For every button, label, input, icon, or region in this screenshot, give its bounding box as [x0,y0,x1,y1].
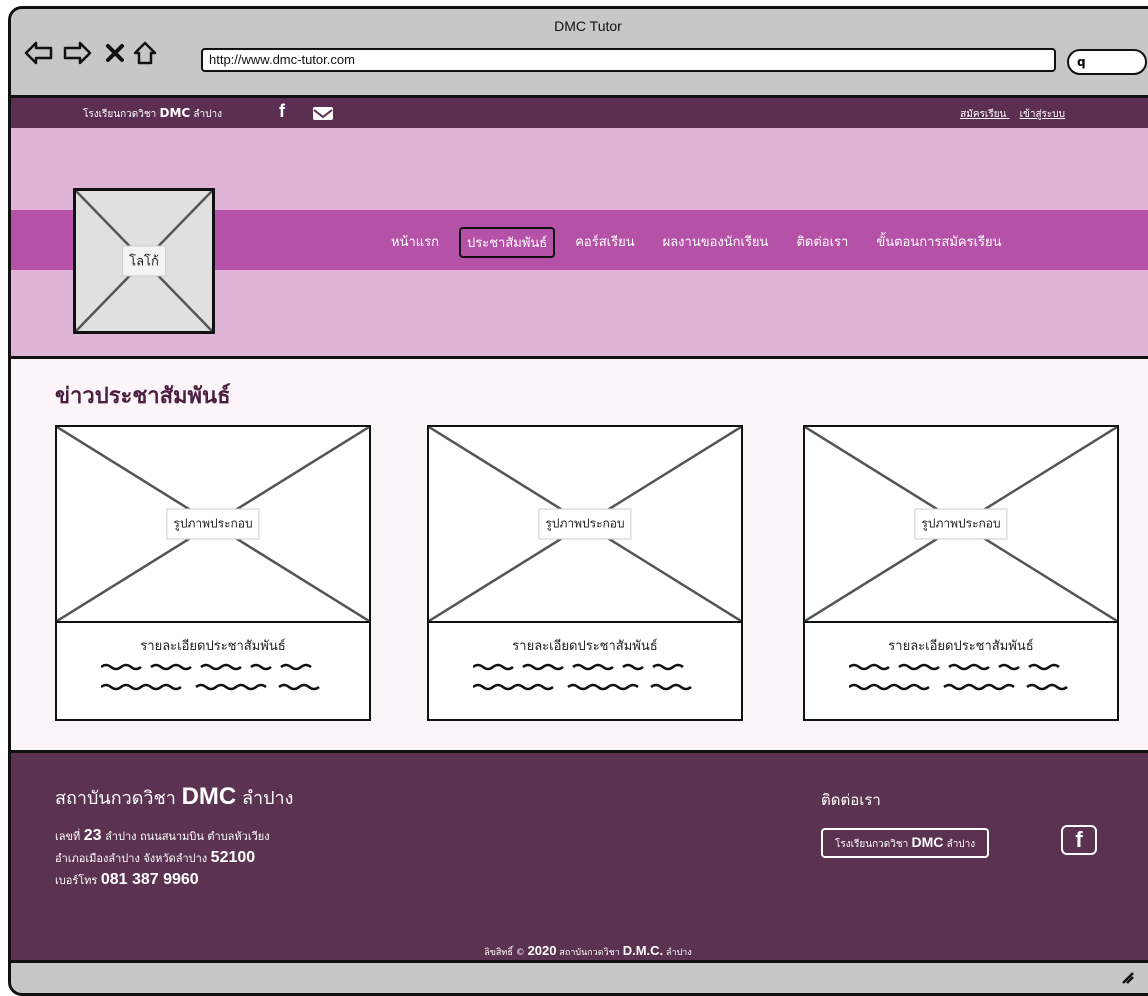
news-image-placeholder: รูปภาพประกอบ [57,427,369,623]
forward-arrow-icon[interactable] [61,37,93,69]
menu-item-registration-steps[interactable]: ขั้นตอนการสมัครเรียน [868,227,1009,258]
fb-suffix: ลำปาง [946,839,976,850]
mail-icon[interactable] [313,107,333,120]
news-card[interactable]: รูปภาพประกอบ รายละเอียดประชาสัมพันธ์ [803,425,1119,721]
footer: สถาบันกวดวิชา DMC ลำปาง เลขที่ 23 ลำปาง … [11,750,1148,963]
window-title: DMC Tutor [554,18,622,34]
copy-mid: สถาบันกวดวิชา [559,948,620,958]
home-icon[interactable] [129,37,161,69]
text-scribble [849,683,1068,691]
menu-item-student-works[interactable]: ผลงานของนักเรียน [655,227,777,258]
header-banner: โลโก้ หน้าแรก ประชาสัมพันธ์ คอร์สเรียน ผ… [11,128,1148,359]
brand-prefix: โรงเรียนกวดวิชา [83,109,157,120]
text-scribble [473,683,692,691]
search-field[interactable]: q [1067,49,1147,75]
topbar-links: สมัครเรียน เข้าสู่ระบบ [950,107,1065,122]
news-detail: รายละเอียดประชาสัมพันธ์ [888,639,1034,654]
back-arrow-icon[interactable] [23,37,55,69]
addr-street: ลำปาง ถนนสนามบิน ตำบลหัวเวียง [105,830,270,843]
news-heading: ข่าวประชาสัมพันธ์ [55,383,231,409]
org-prefix: สถาบันกวดวิชา [55,788,176,809]
facebook-icon[interactable]: f [1061,825,1097,855]
news-detail: รายละเอียดประชาสัมพันธ์ [512,639,658,654]
address-bar[interactable]: http://www.dmc-tutor.com [201,48,1056,72]
copy-year: 2020 [527,943,557,958]
main-menu: หน้าแรก ประชาสัมพันธ์ คอร์สเรียน ผลงานขอ… [383,227,1022,258]
news-image-label: รูปภาพประกอบ [166,508,260,540]
copy-prefix: ลิขสิทธิ์ © [484,948,525,958]
addr-zip: 52100 [210,849,256,866]
top-bar: โรงเรียนกวดวิชา DMC ลำปาง f สมัครเรียน เ… [11,98,1148,128]
menu-item-home[interactable]: หน้าแรก [383,227,447,258]
footer-address: เลขที่ 23 ลำปาง ถนนสนามบิน ตำบลหัวเวียง … [55,825,270,891]
news-image-placeholder: รูปภาพประกอบ [429,427,741,623]
address-line-2: อำเภอเมืองลำปาง จังหวัดลำปาง 52100 [55,847,270,869]
menu-item-contact[interactable]: ติดต่อเรา [788,227,856,258]
logo-placeholder[interactable]: โลโก้ [73,188,215,334]
stop-x-icon[interactable] [99,37,131,69]
phone-number: 081 387 9960 [100,871,199,888]
copy-suffix: ลำปาง [666,948,692,958]
addr-number: 23 [83,827,102,844]
browser-chrome: DMC Tutor http://www.dmc-tutor.com q [11,9,1148,99]
addr-label: เลขที่ [55,830,81,843]
topbar-brand: โรงเรียนกวดวิชา DMC ลำปาง [83,106,222,122]
brand-suffix: ลำปาง [193,109,222,120]
news-card[interactable]: รูปภาพประกอบ รายละเอียดประชาสัมพันธ์ [55,425,371,721]
web-page: โรงเรียนกวดวิชา DMC ลำปาง f สมัครเรียน เ… [11,98,1148,963]
news-image-label: รูปภาพประกอบ [538,508,632,540]
status-bar [11,960,1148,993]
register-link[interactable]: สมัครเรียน [960,109,1006,120]
org-name: DMC [181,783,237,810]
phone-line: เบอร์โทร 081 387 9960 [55,869,270,891]
news-card[interactable]: รูปภาพประกอบ รายละเอียดประชาสัมพันธ์ [427,425,743,721]
copy-name: D.M.C. [622,943,664,958]
news-detail: รายละเอียดประชาสัมพันธ์ [140,639,286,654]
contact-heading: ติดต่อเรา [821,791,881,809]
facebook-icon[interactable]: f [279,101,285,122]
news-image-placeholder: รูปภาพประกอบ [805,427,1117,623]
login-link[interactable]: เข้าสู่ระบบ [1020,109,1065,120]
logo-label: โลโก้ [122,245,166,277]
menu-item-news[interactable]: ประชาสัมพันธ์ [459,227,556,258]
fb-prefix: โรงเรียนกวดวิชา [835,839,909,850]
news-image-label: รูปภาพประกอบ [914,508,1008,540]
facebook-page-button[interactable]: โรงเรียนกวดวิชา DMC ลำปาง [821,828,990,858]
footer-org-name: สถาบันกวดวิชา DMC ลำปาง [55,783,293,812]
text-scribble [473,663,684,671]
text-scribble [101,683,320,691]
text-scribble [849,663,1060,671]
brand-name: DMC [159,106,191,120]
menu-item-courses[interactable]: คอร์สเรียน [567,227,642,258]
copyright: ลิขสิทธิ์ © 2020 สถาบันกวดวิชา D.M.C. ลำ… [11,943,1148,959]
address-line-1: เลขที่ 23 ลำปาง ถนนสนามบิน ตำบลหัวเวียง [55,825,270,847]
addr-district: อำเภอเมืองลำปาง จังหวัดลำปาง [55,852,208,865]
phone-label: เบอร์โทร [55,874,98,887]
browser-window: DMC Tutor http://www.dmc-tutor.com q โรง… [8,6,1148,996]
search-icon: q [1077,55,1086,69]
text-scribble [101,663,312,671]
fb-name: DMC [911,834,944,850]
org-suffix: ลำปาง [241,788,294,809]
